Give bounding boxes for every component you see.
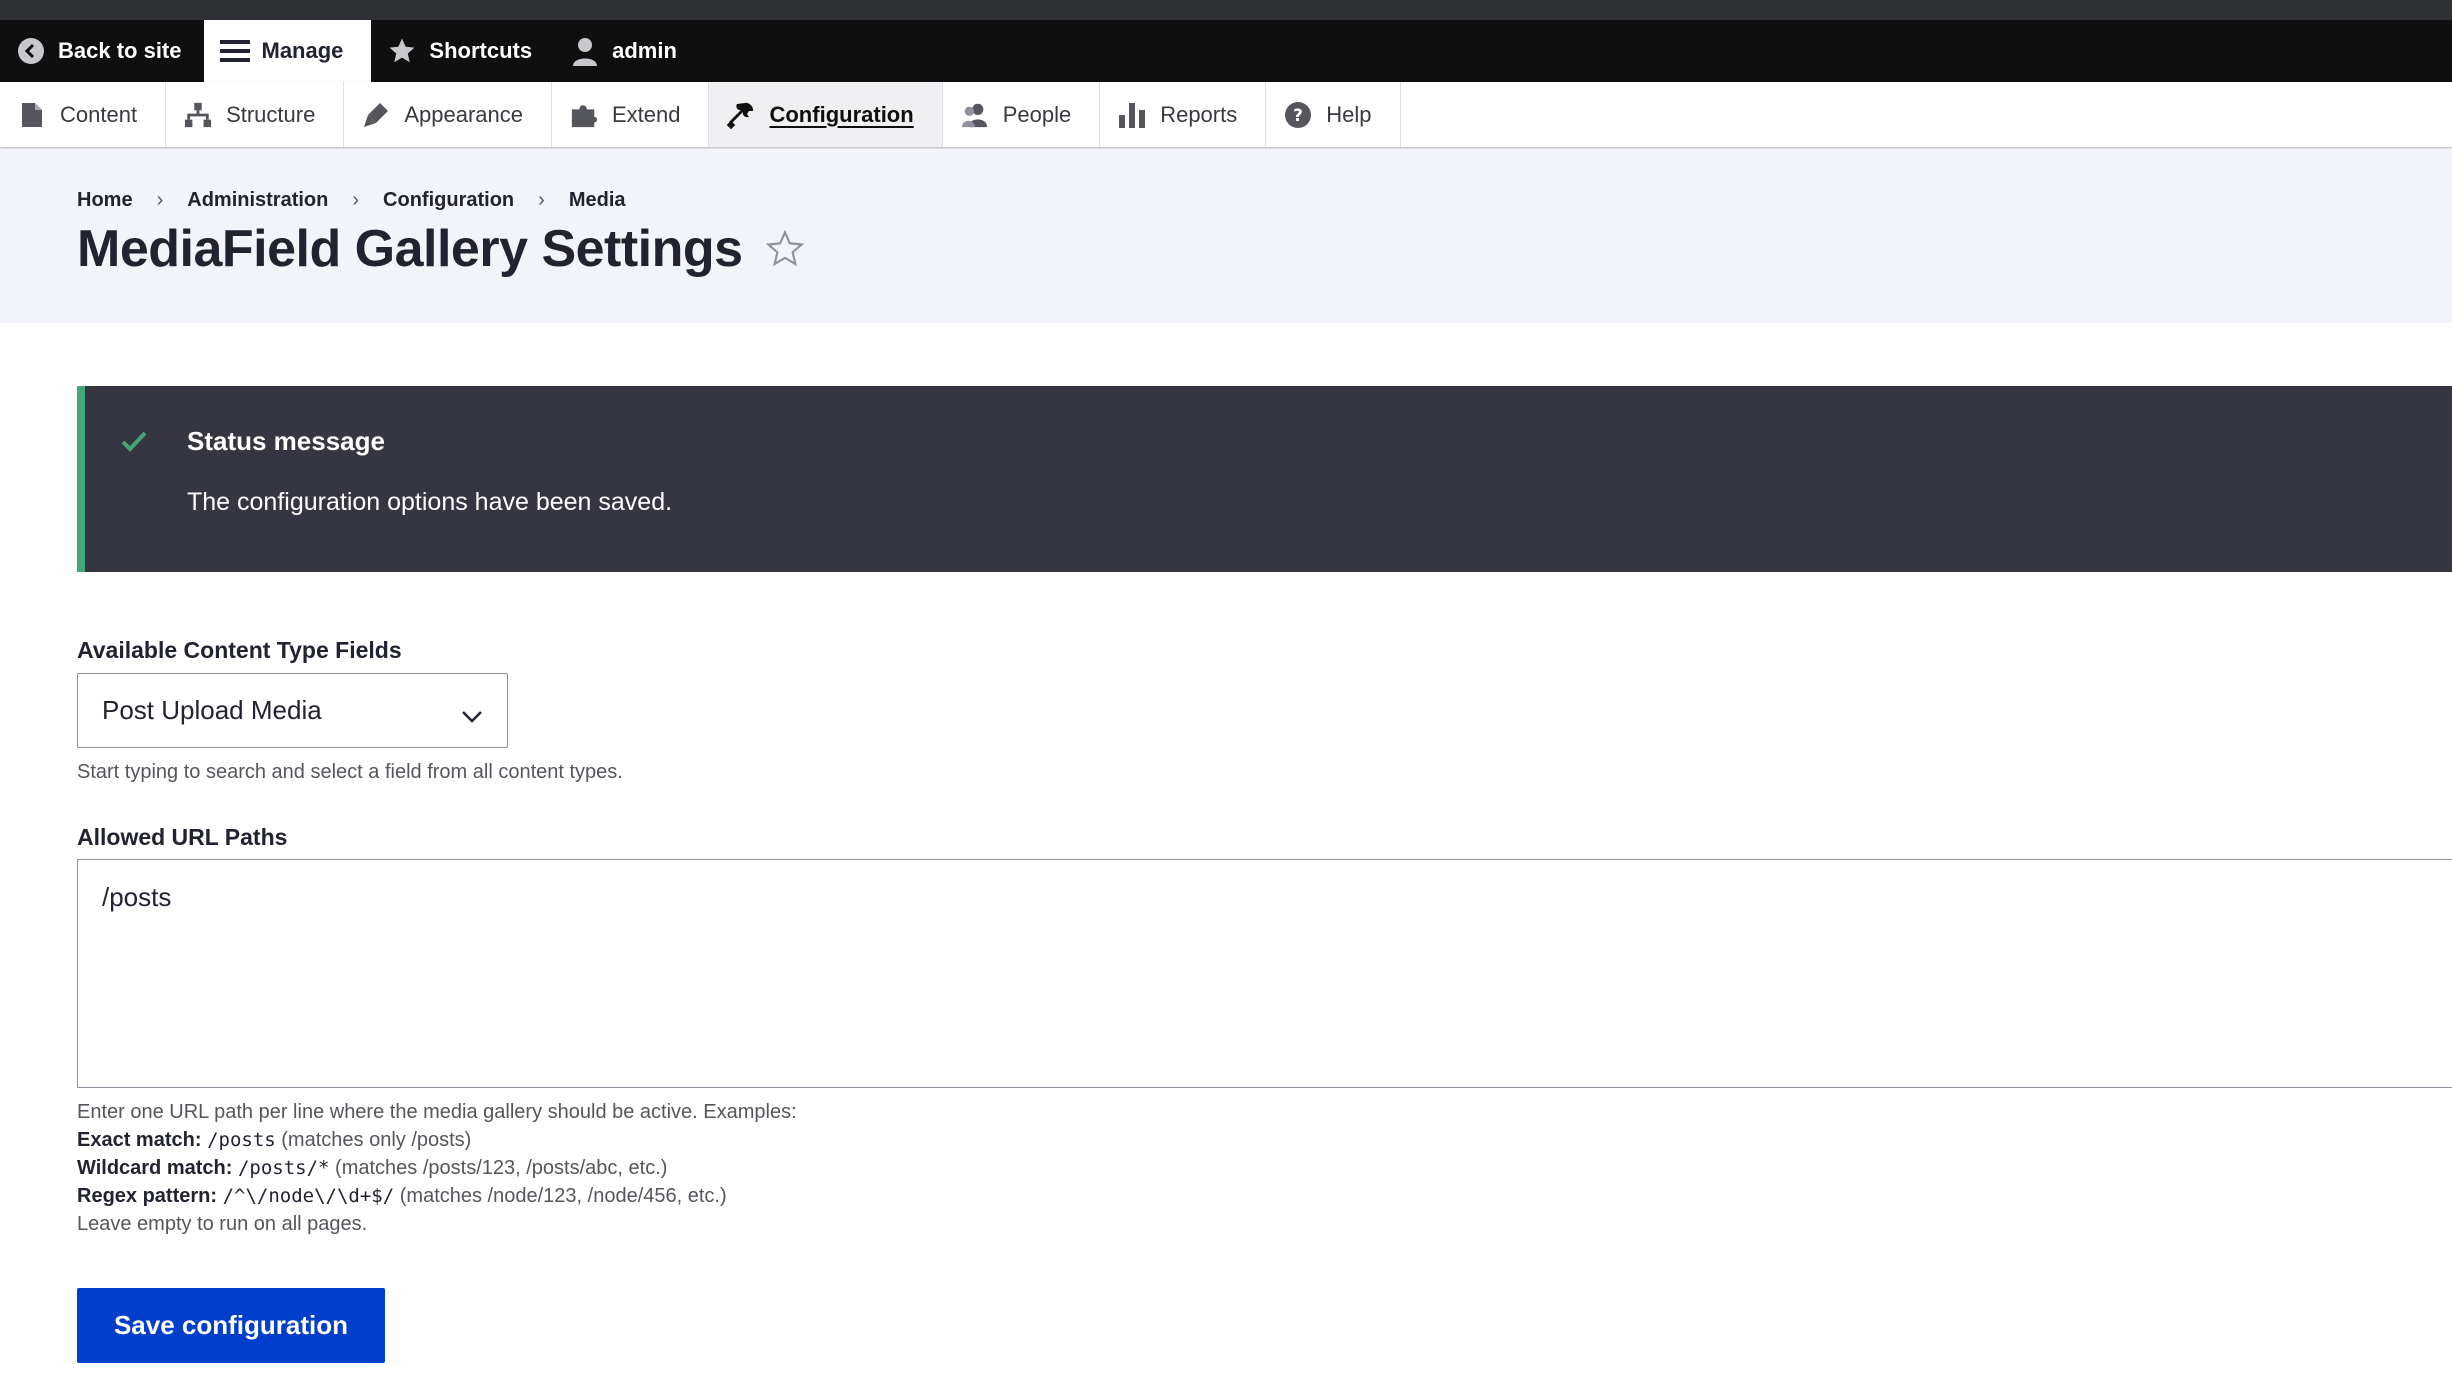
exact-match-label: Exact match: [77, 1129, 202, 1151]
manage-label: Manage [261, 38, 344, 63]
admin-toolbar: Back to site Manage Shortcuts admin [0, 20, 2452, 82]
breadcrumb-link-administration[interactable]: Administration [187, 189, 328, 212]
user-tab[interactable]: admin [554, 20, 699, 82]
content-type-fields-value: Post Upload Media [102, 695, 322, 725]
save-configuration-button[interactable]: Save configuration [77, 1288, 385, 1363]
back-to-site-link[interactable]: Back to site [0, 20, 204, 82]
title-row: MediaField Gallery Settings [77, 219, 805, 279]
breadcrumb-separator: › [156, 189, 164, 211]
page-title: MediaField Gallery Settings [77, 220, 743, 278]
file-icon [18, 101, 46, 129]
content-type-fields-description: Start typing to search and select a fiel… [77, 761, 623, 783]
status-message-text: The configuration options have been save… [187, 488, 673, 516]
wrench-icon [727, 101, 755, 129]
svg-text:?: ? [1293, 106, 1303, 126]
back-to-site-label: Back to site [58, 38, 182, 63]
tray-item-content[interactable]: Content [0, 82, 167, 147]
exact-match-note: (matches only /posts) [281, 1129, 472, 1151]
browser-top-strip [0, 0, 2452, 20]
allowed-url-paths-textarea[interactable]: /posts [77, 859, 2452, 1088]
shortcuts-label: Shortcuts [429, 38, 533, 63]
tray-item-label: Structure [226, 101, 316, 127]
tray-item-label: Appearance [404, 101, 523, 127]
tray-item-structure[interactable]: Structure [166, 82, 345, 147]
breadcrumb-separator: › [352, 189, 360, 211]
breadcrumb-link-home[interactable]: Home [77, 189, 133, 212]
description-regex: Regex pattern: /^\/node\/\d+$/ (matches … [77, 1182, 797, 1210]
wildcard-match-code: /posts/* [237, 1157, 330, 1179]
wildcard-match-label: Wildcard match: [77, 1157, 233, 1179]
regex-pattern-code: /^\/node\/\d+$/ [222, 1185, 395, 1207]
status-message: Status message The configuration options… [77, 386, 2452, 572]
paintbrush-icon [362, 101, 390, 129]
tray-item-people[interactable]: People [943, 82, 1101, 147]
tray-item-label: Content [60, 101, 138, 127]
checkmark-icon [121, 430, 147, 457]
allowed-url-paths-description: Enter one URL path per line where the me… [77, 1098, 797, 1238]
tray-item-help[interactable]: ? Help [1266, 82, 1401, 147]
tray-item-reports[interactable]: Reports [1100, 82, 1267, 147]
description-exact: Exact match: /posts (matches only /posts… [77, 1126, 797, 1154]
back-arrow-icon [16, 36, 46, 66]
shortcuts-tab[interactable]: Shortcuts [371, 20, 554, 82]
breadcrumb: Home › Administration › Configuration › … [77, 189, 626, 212]
user-label: admin [612, 38, 677, 63]
tray-item-label: Configuration [769, 101, 914, 127]
tray-item-label: Extend [611, 101, 681, 127]
exact-match-code: /posts [207, 1129, 276, 1151]
tray-item-extend[interactable]: Extend [552, 82, 710, 147]
content-type-fields-select[interactable]: Post Upload Media [77, 673, 508, 748]
wildcard-match-note: (matches /posts/123, /posts/abc, etc.) [335, 1157, 668, 1179]
hamburger-icon [219, 36, 250, 66]
admin-tray-menu: Content Structure Appearance Extend Conf… [0, 82, 2452, 148]
manage-tab[interactable]: Manage [203, 20, 372, 82]
puzzle-icon [570, 101, 598, 129]
description-wildcard: Wildcard match: /posts/* (matches /posts… [77, 1154, 797, 1182]
breadcrumb-link-media[interactable]: Media [569, 189, 626, 212]
breadcrumb-link-configuration[interactable]: Configuration [383, 189, 514, 212]
user-icon [570, 36, 600, 66]
star-icon [387, 36, 417, 66]
description-intro: Enter one URL path per line where the me… [77, 1101, 797, 1123]
regex-pattern-label: Regex pattern: [77, 1185, 218, 1207]
tray-item-label: Help [1326, 101, 1372, 127]
content-type-fields-label: Available Content Type Fields [77, 637, 402, 663]
sitemap-icon [184, 101, 212, 129]
tray-item-label: People [1002, 101, 1072, 127]
tray-item-label: Reports [1160, 101, 1238, 127]
regex-pattern-note: (matches /node/123, /node/456, etc.) [399, 1185, 727, 1207]
page-header: Home › Administration › Configuration › … [0, 149, 2452, 323]
chevron-down-icon [461, 700, 483, 731]
people-icon [961, 101, 989, 129]
status-message-title: Status message [187, 426, 385, 456]
bar-chart-icon [1118, 101, 1146, 129]
description-empty-note: Leave empty to run on all pages. [77, 1213, 368, 1235]
breadcrumb-separator: › [538, 189, 545, 211]
add-shortcut-star-icon[interactable] [765, 229, 805, 269]
help-icon: ? [1284, 101, 1312, 129]
tray-item-configuration[interactable]: Configuration [709, 82, 943, 147]
tray-item-appearance[interactable]: Appearance [344, 82, 552, 147]
allowed-url-paths-label: Allowed URL Paths [77, 824, 288, 850]
